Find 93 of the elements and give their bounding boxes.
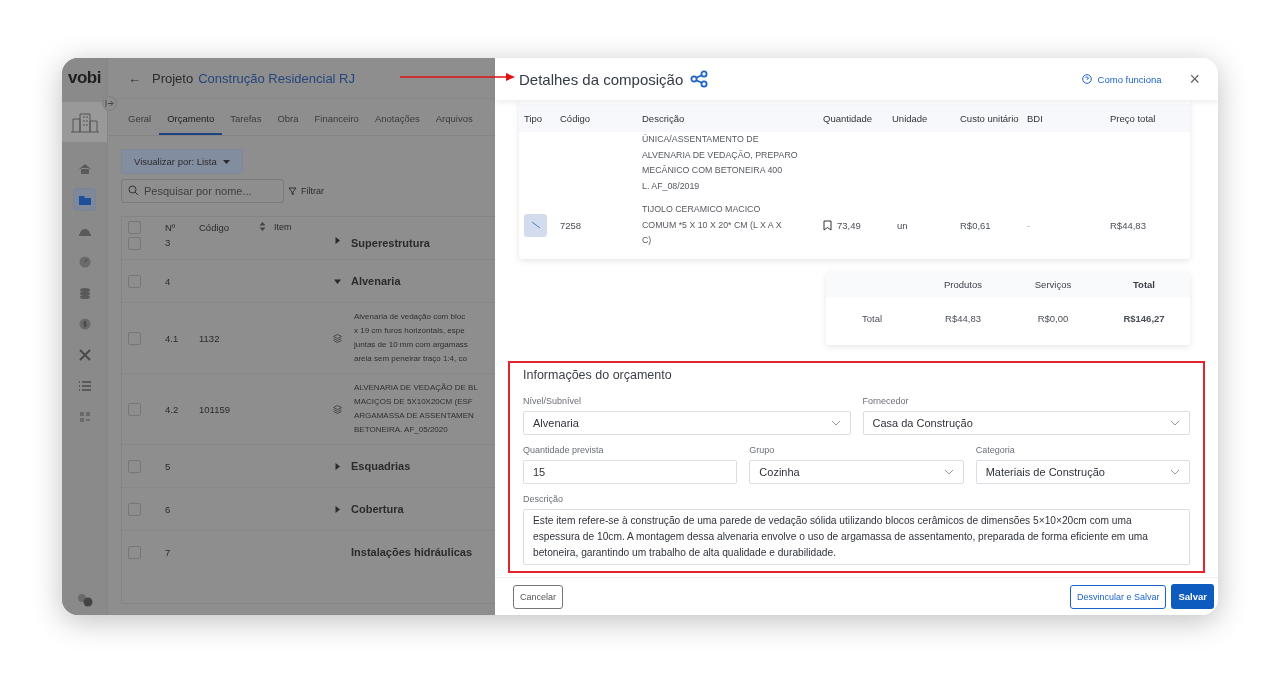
field-label: Grupo xyxy=(749,444,776,455)
table-cell-text: ÚNICA/ASSENTAMENTO DE ALVENARIA DE VEDAÇÃO, PREPARO MECÂNICO COM BETONEIRA 400 L. AF_08/2019 xyxy=(641,133,799,193)
layers-icon xyxy=(333,404,342,414)
search-field[interactable]: Pesquisar por nome... xyxy=(121,179,284,203)
collapsed-caret-icon[interactable] xyxy=(334,462,341,470)
field-label: Quantidade prevista xyxy=(523,444,605,455)
chevron-down-icon xyxy=(830,419,841,426)
tab[interactable]: Orçamento xyxy=(159,107,223,135)
column-header: Nº xyxy=(164,221,177,233)
chevron-down-icon xyxy=(1170,419,1180,426)
column-header: Descrição xyxy=(641,112,686,124)
filter-icon[interactable] xyxy=(288,186,297,196)
field-label: Categoria xyxy=(975,444,1016,455)
column-header: Unidade xyxy=(891,112,929,124)
help-icon xyxy=(1081,74,1092,84)
table-cell-text: 4.2 xyxy=(164,403,180,415)
table-cell-text: 1132 xyxy=(199,332,221,344)
chevron-down-icon xyxy=(943,468,954,475)
share-icon[interactable] xyxy=(690,70,709,88)
filter-button[interactable]: Filtrar xyxy=(301,186,324,196)
group-title: Cobertura xyxy=(351,503,404,515)
group-title: Superestrutura xyxy=(351,237,430,249)
column-header: Quantidade xyxy=(822,112,874,124)
table-cell-text: 5 xyxy=(164,460,172,472)
table-cell-text: R$146,27 xyxy=(1122,311,1166,326)
product-type-icon xyxy=(524,213,547,237)
tab[interactable]: Tarefas xyxy=(222,107,270,135)
group-title: Esquadrias xyxy=(351,460,411,472)
tab[interactable]: Geral xyxy=(120,107,160,135)
table-cell-text: R$0,61 xyxy=(959,219,992,231)
table-cell-text: - xyxy=(1026,219,1032,231)
field-label: Descrição xyxy=(523,493,564,504)
close-button[interactable]: × xyxy=(1189,70,1200,88)
table-cell-text: 4.1 xyxy=(164,332,180,344)
drawer-title: Detalhes da composição xyxy=(519,70,684,88)
table-cell: 73,49 xyxy=(837,219,861,231)
column-header: BDI xyxy=(1026,112,1044,124)
input-field[interactable]: 15 xyxy=(523,459,738,484)
item-description: ALVENARIA DE VEDAÇÃO DE BL MACIÇOS DE 5X10X20CM (ESF ARGAMASSA DE ASSENTAMEN BETONEIRA. AF_05/2020 xyxy=(353,382,478,436)
folder-icon[interactable] xyxy=(73,188,96,211)
table-cell-text: 6 xyxy=(164,503,172,515)
expanded-caret-icon[interactable] xyxy=(334,277,341,285)
bookmark-icon[interactable] xyxy=(823,219,832,231)
column-header: Total xyxy=(1132,277,1156,292)
description-field[interactable]: Este item refere-se à construção de uma parede de vedação sólida utilizando blocos cerâmicos de dimensões 5×10×20cm com uma espessura de 10cm. A montagem dessa alvenaria envolve o uso de argamassa de assentamento, preparada de forma eficiente em uma betoneira, garantindo um trabalho de alta qualidade e durabilidade. xyxy=(523,508,1190,565)
column-header: Preço total xyxy=(1109,112,1157,124)
column-header: Produtos xyxy=(943,277,983,292)
item-description: Alvenaria de vedação com bloc x 19 cm furos horizontais, espe juntas de 10 mm com argamass areia sem peneirar traço 1:4, co xyxy=(353,311,468,365)
table-cell-text: TIJOLO CERAMICO MACICO COMUM *5 X 10 X 20* CM (L X A X C) xyxy=(641,203,783,247)
group-title: Alvenaria xyxy=(351,275,401,287)
chevron-down-icon xyxy=(1170,468,1180,475)
column-header: Custo unitário xyxy=(959,112,1020,124)
section-title: Informações do orçamento xyxy=(523,367,673,382)
table-cell-text: 7 xyxy=(164,546,172,558)
table-cell-text: 7258 xyxy=(559,219,583,231)
field-label: Nível/Subnível xyxy=(523,395,583,406)
column-header: Serviços xyxy=(1033,277,1073,292)
group-title: Instalações hidráulicas xyxy=(351,546,473,558)
column-header: Tipo xyxy=(523,112,544,124)
table-cell-text: 4 xyxy=(164,275,172,287)
view-dropdown[interactable]: Visualizar por: Lista xyxy=(121,149,243,174)
select-field[interactable]: Cozinha xyxy=(749,459,964,484)
sort-icon[interactable] xyxy=(259,221,266,231)
unlink-and-save-button[interactable]: Desvincular e Salvar xyxy=(1069,584,1167,609)
tab[interactable]: Financeiro xyxy=(306,107,367,135)
collapsed-caret-icon[interactable] xyxy=(334,505,341,513)
collapsed-caret-icon[interactable] xyxy=(334,237,341,244)
tab[interactable]: Anotações xyxy=(366,107,428,135)
tab[interactable]: Obra xyxy=(269,107,307,135)
table-cell-text: R$0,00 xyxy=(1036,311,1070,326)
page-title: Projeto xyxy=(152,70,194,86)
row-label: Total xyxy=(860,311,884,326)
select-field[interactable]: Materiais de Construção xyxy=(975,459,1190,484)
column-header: Código xyxy=(559,112,592,124)
caret-icon xyxy=(222,160,230,165)
cancel-button[interactable]: Cancelar xyxy=(513,584,564,609)
table-cell-text: R$44,83 xyxy=(944,311,982,326)
column-header: Código xyxy=(199,221,231,233)
table-cell-text: un xyxy=(896,219,909,231)
table-cell-text: 3 xyxy=(164,237,172,248)
help-link[interactable]: Como funciona xyxy=(1081,73,1162,85)
column-header: Item xyxy=(274,222,292,232)
layers-icon xyxy=(333,333,342,343)
search-icon xyxy=(128,185,139,196)
logo: vobi xyxy=(68,68,101,88)
select-field[interactable]: Alvenaria xyxy=(523,410,851,435)
back-arrow[interactable]: ← xyxy=(128,70,141,86)
field-label: Fornecedor xyxy=(862,395,910,406)
table-cell-text: 101159 xyxy=(199,403,231,415)
tab[interactable]: Arquivos xyxy=(427,107,481,135)
table-cell-text: R$44,83 xyxy=(1109,219,1147,231)
save-button[interactable]: Salvar xyxy=(1171,584,1214,609)
select-field[interactable]: Casa da Construção xyxy=(862,410,1190,435)
